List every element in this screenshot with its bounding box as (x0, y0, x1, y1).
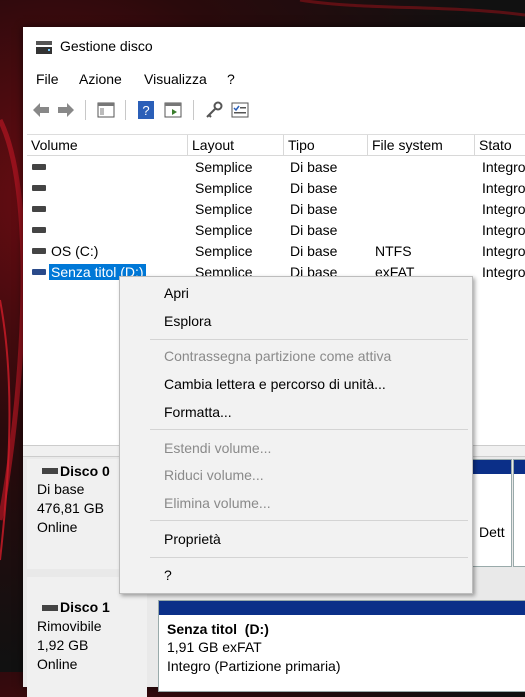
menu-item-open[interactable]: Apri (164, 285, 189, 301)
column-layout[interactable]: Layout (188, 135, 284, 155)
menu-item-properties[interactable]: Proprietà (164, 531, 221, 547)
table-row[interactable]: Semplice Di base Integro (27, 178, 525, 199)
forward-arrow-icon[interactable] (56, 100, 76, 120)
volume-icon (32, 227, 46, 233)
menu-item-mark-active: Contrassegna partizione come attiva (164, 348, 392, 364)
list-header: Volume Layout Tipo File system Stato (27, 135, 525, 156)
column-file-system[interactable]: File system (368, 135, 475, 155)
menu-item-help[interactable]: ? (164, 567, 172, 583)
volume-stato: Integro (482, 201, 525, 217)
menu-separator (150, 520, 468, 521)
menu-file[interactable]: File (36, 71, 59, 87)
volume-stato: Integro (482, 180, 525, 196)
volume-layout: Semplice (195, 159, 253, 175)
disk-0-status: Online (37, 519, 78, 535)
disk-icon (42, 605, 58, 611)
volume-fs: NTFS (375, 243, 412, 259)
properties-icon[interactable] (163, 100, 183, 120)
console-tree-icon[interactable] (96, 100, 116, 120)
volume-layout: Semplice (195, 243, 253, 259)
partition-bar (514, 460, 525, 474)
volume-stato: Integro (482, 264, 525, 280)
toolbar-separator (85, 100, 86, 120)
volume-icon (32, 248, 46, 254)
checklist-icon[interactable] (230, 100, 250, 120)
menu-visualizza[interactable]: Visualizza (144, 71, 207, 87)
key-icon[interactable] (204, 100, 224, 120)
table-row[interactable]: Semplice Di base Integro (27, 220, 525, 241)
column-stato[interactable]: Stato (475, 135, 525, 155)
volume-tipo: Di base (290, 222, 338, 238)
menu-item-delete: Elimina volume... (164, 495, 271, 511)
toolbar: ? (23, 97, 525, 123)
table-row[interactable]: Semplice Di base Integro (27, 157, 525, 178)
menu-separator (150, 339, 468, 340)
disk-1-status: Online (37, 656, 78, 672)
volume-tipo: Di base (290, 201, 338, 217)
toolbar-separator (125, 100, 126, 120)
toolbar-separator (193, 100, 194, 120)
volume-layout: Semplice (195, 222, 253, 238)
column-tipo[interactable]: Tipo (284, 135, 368, 155)
volume-icon (32, 269, 46, 275)
volume-icon (32, 164, 46, 170)
partition-label-partial: Dett (479, 524, 505, 540)
volume-tipo: Di base (290, 180, 338, 196)
menu-separator (150, 557, 468, 558)
disk-1-size: 1,92 GB (37, 637, 89, 653)
disk-1-type: Rimovibile (37, 618, 102, 634)
menu-item-format[interactable]: Formatta... (164, 404, 232, 420)
volume-icon (32, 206, 46, 212)
disk-1-details[interactable]: Disco 1 Rimovibile 1,92 GB Online (27, 597, 147, 697)
table-row[interactable]: OS (C:) Semplice Di base NTFS Integro (27, 241, 525, 262)
back-arrow-icon[interactable] (31, 100, 51, 120)
disk-0-partition[interactable]: Dett (470, 459, 512, 567)
partition-bar (471, 460, 511, 474)
disk-0-size: 476,81 GB (37, 500, 104, 516)
menu-separator (150, 429, 468, 430)
disk-0-partition-2[interactable] (513, 459, 525, 567)
disk-icon (42, 468, 58, 474)
volume-layout: Semplice (195, 180, 253, 196)
help-icon[interactable]: ? (136, 100, 156, 120)
column-volume[interactable]: Volume (27, 135, 188, 155)
disk-0-type: Di base (37, 481, 85, 497)
menu-bar: File Azione Visualizza ? (23, 67, 525, 93)
volume-tipo: Di base (290, 159, 338, 175)
menu-item-shrink: Riduci volume... (164, 467, 264, 483)
volume-stato: Integro (482, 222, 525, 238)
volume-stato: Integro (482, 159, 525, 175)
disk-management-icon (36, 41, 52, 54)
menu-item-explore[interactable]: Esplora (164, 313, 211, 329)
context-menu: Apri Esplora Contrassegna partizione com… (119, 276, 473, 594)
menu-help[interactable]: ? (227, 71, 235, 87)
menu-azione[interactable]: Azione (79, 71, 122, 87)
menu-item-extend: Estendi volume... (164, 440, 272, 456)
volume-icon (32, 185, 46, 191)
volume-tipo: Di base (290, 243, 338, 259)
menu-item-change-letter[interactable]: Cambia lettera e percorso di unità... (164, 376, 386, 392)
volume-name: OS (C:) (51, 243, 99, 259)
svg-text:?: ? (142, 103, 149, 118)
disk-1-partition[interactable]: Senza titol (D:) 1,91 GB exFAT Integro (… (158, 600, 525, 692)
partition-size-fs: 1,91 GB exFAT (167, 639, 262, 655)
volume-layout: Semplice (195, 201, 253, 217)
window-title: Gestione disco (60, 38, 153, 54)
disk-1-name: Disco 1 (60, 599, 110, 615)
volume-stato: Integro (482, 243, 525, 259)
table-row[interactable]: Semplice Di base Integro (27, 199, 525, 220)
partition-name: Senza titol (D:) (167, 621, 269, 637)
title-bar: Gestione disco (23, 27, 525, 67)
partition-bar (159, 601, 525, 615)
disk-0-name: Disco 0 (60, 463, 110, 479)
